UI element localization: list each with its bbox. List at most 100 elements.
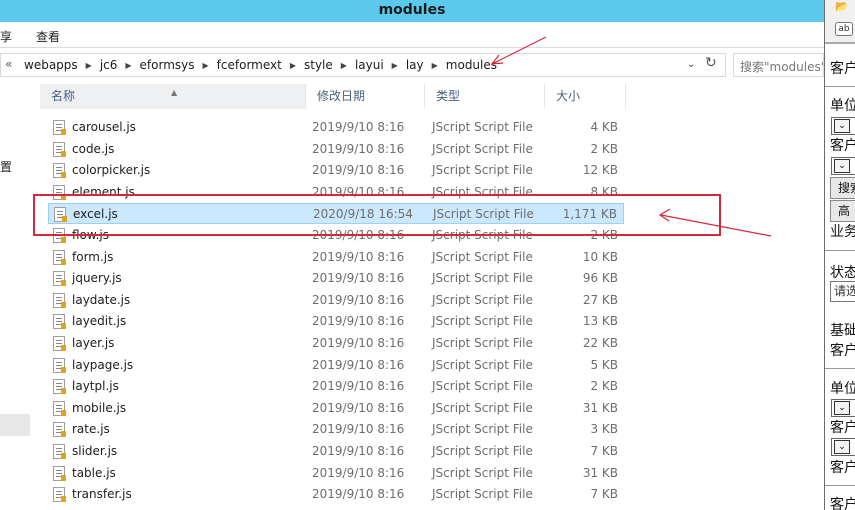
- address-bar[interactable]: « webapps ▶ jc6 ▶ eformsys ▶ fceformext …: [0, 53, 726, 77]
- divider: [825, 86, 855, 87]
- js-file-icon: [53, 444, 66, 459]
- file-row[interactable]: laydate.js 2019/9/10 8:16 JScript Script F…: [48, 290, 624, 311]
- file-row[interactable]: table.js 2019/9/10 8:16 JScript Script Fil…: [48, 463, 624, 484]
- file-size: 7 KB: [590, 444, 618, 458]
- file-size: 27 KB: [582, 293, 618, 307]
- breadcrumb-item[interactable]: lay: [401, 58, 429, 72]
- breadcrumb-separator-icon[interactable]: ▶: [389, 61, 401, 70]
- js-file-icon: [53, 379, 66, 394]
- file-size: 31 KB: [582, 466, 618, 480]
- js-file-icon: [53, 487, 66, 502]
- file-name: slider.js: [72, 444, 118, 458]
- form-label: 客户: [830, 420, 855, 436]
- file-name: laypage.js: [72, 358, 134, 372]
- file-row[interactable]: laypage.js 2019/9/10 8:16 JScript Script F…: [48, 355, 624, 376]
- divider: [825, 250, 855, 251]
- breadcrumb-separator-icon[interactable]: ▶: [83, 61, 95, 70]
- breadcrumb-item[interactable]: layui: [350, 58, 389, 72]
- form-label: 状态: [830, 265, 855, 281]
- file-row[interactable]: laytpl.js 2019/9/10 8:16 JScript Script Fi…: [48, 376, 624, 397]
- advanced-button[interactable]: 高: [830, 200, 855, 222]
- scrollbar[interactable]: [812, 80, 824, 510]
- ribbon-tabs: 享 查看: [0, 22, 824, 48]
- js-file-icon: [53, 401, 66, 416]
- dropdown-select[interactable]: ⌄: [831, 399, 855, 417]
- chevron-down-icon[interactable]: ⌄: [834, 119, 850, 133]
- file-row[interactable]: transfer.js 2019/9/10 8:16 JScript Script …: [48, 484, 624, 505]
- nav-item-selected[interactable]: [0, 414, 30, 436]
- file-name: laydate.js: [72, 293, 131, 307]
- breadcrumb-item[interactable]: style: [299, 58, 338, 72]
- file-row[interactable]: colorpicker.js 2019/9/10 8:16 JScript Scri…: [48, 160, 624, 181]
- breadcrumb-item[interactable]: eformsys: [135, 58, 200, 72]
- file-modified-date: 2019/9/10 8:16: [312, 466, 405, 480]
- search-button[interactable]: 搜索: [830, 177, 855, 199]
- nav-item-partial[interactable]: 置: [0, 158, 12, 175]
- column-header-name[interactable]: ▲ 名称: [40, 84, 306, 109]
- file-modified-date: 2019/9/10 8:16: [312, 293, 405, 307]
- address-overflow-icon[interactable]: «: [5, 57, 12, 71]
- file-size: 10 KB: [582, 250, 618, 264]
- chevron-down-icon[interactable]: ⌄: [687, 59, 695, 70]
- breadcrumb-item-current[interactable]: modules: [441, 58, 502, 72]
- status-select[interactable]: 请选: [830, 281, 855, 302]
- column-header-size[interactable]: 大小: [545, 84, 626, 109]
- breadcrumb-separator-icon[interactable]: ▶: [200, 61, 212, 70]
- dropdown-select[interactable]: ⌄: [831, 157, 855, 175]
- breadcrumb-separator-icon[interactable]: ▶: [429, 61, 441, 70]
- search-input[interactable]: 搜索"modules": [733, 53, 824, 77]
- tab-view[interactable]: 查看: [36, 28, 60, 45]
- file-row[interactable]: carousel.js 2019/9/10 8:16 JScript Script …: [48, 117, 624, 138]
- column-header-type[interactable]: 类型: [425, 84, 545, 109]
- file-row[interactable]: jquery.js 2019/9/10 8:16 JScript Script Fi…: [48, 268, 624, 289]
- chevron-down-icon[interactable]: ⌄: [834, 401, 850, 415]
- breadcrumb-item[interactable]: jc6: [95, 58, 123, 72]
- column-header-date[interactable]: 修改日期: [306, 84, 425, 109]
- breadcrumb-item[interactable]: fceformext: [212, 58, 287, 72]
- file-row[interactable]: form.js 2019/9/10 8:16 JScript Script File…: [48, 247, 624, 268]
- chevron-down-icon[interactable]: ⌄: [834, 440, 850, 454]
- file-modified-date: 2019/9/10 8:16: [312, 271, 405, 285]
- file-name: layer.js: [72, 336, 115, 350]
- side-form-panel: 📂 ab 客户 单位 ⌄ 客户 ⌄ 搜索 高 业务 状态 请选 基础 客户 单位…: [824, 0, 855, 510]
- file-type: JScript Script File: [432, 314, 533, 328]
- file-size: 13 KB: [582, 314, 618, 328]
- file-row[interactable]: rate.js 2019/9/10 8:16 JScript Script File…: [48, 419, 624, 440]
- file-row[interactable]: slider.js 2019/9/10 8:16 JScript Script Fi…: [48, 441, 624, 462]
- file-name: jquery.js: [72, 271, 122, 285]
- open-folder-icon[interactable]: 📂: [835, 0, 849, 13]
- dropdown-select[interactable]: ⌄: [831, 117, 855, 135]
- file-explorer-window: modules 享 查看 « webapps ▶ jc6 ▶ eformsys …: [0, 0, 824, 510]
- column-headers: ▲ 名称 修改日期 类型 大小: [40, 84, 626, 109]
- breadcrumb-item[interactable]: webapps: [19, 58, 83, 72]
- chevron-down-icon[interactable]: ⌄: [834, 159, 850, 173]
- refresh-icon[interactable]: ↻: [705, 55, 717, 71]
- textbox-tool-button[interactable]: ab: [835, 22, 853, 36]
- file-row[interactable]: mobile.js 2019/9/10 8:16 JScript Script Fi…: [48, 398, 624, 419]
- panel-toolbar: 📂 ab: [825, 0, 855, 42]
- file-row[interactable]: code.js 2019/9/10 8:16 JScript Script File…: [48, 139, 624, 160]
- breadcrumb: webapps ▶ jc6 ▶ eformsys ▶ fceformext ▶ …: [19, 54, 502, 76]
- file-type: JScript Script File: [432, 250, 533, 264]
- breadcrumb-separator-icon[interactable]: ▶: [122, 61, 134, 70]
- breadcrumb-separator-icon[interactable]: ▶: [338, 61, 350, 70]
- js-file-icon: [53, 336, 66, 351]
- file-name: rate.js: [72, 422, 110, 436]
- file-modified-date: 2019/9/10 8:16: [312, 250, 405, 264]
- file-row[interactable]: layer.js 2019/9/10 8:16 JScript Script Fil…: [48, 333, 624, 354]
- file-modified-date: 2019/9/10 8:16: [312, 336, 405, 350]
- tab-share[interactable]: 享: [0, 28, 12, 45]
- title-bar[interactable]: modules: [0, 0, 824, 22]
- file-modified-date: 2019/9/10 8:16: [312, 163, 405, 177]
- file-row[interactable]: layedit.js 2019/9/10 8:16 JScript Script F…: [48, 311, 624, 332]
- breadcrumb-separator-icon[interactable]: ▶: [287, 61, 299, 70]
- form-label: 客户: [830, 138, 855, 154]
- form-label: 客户: [830, 497, 855, 510]
- file-name: form.js: [72, 250, 114, 264]
- js-file-icon: [53, 358, 66, 373]
- sort-ascending-icon: ▲: [171, 88, 178, 97]
- dropdown-select[interactable]: ⌄: [831, 438, 855, 456]
- search-placeholder: 搜索"modules": [740, 60, 824, 74]
- file-type: JScript Script File: [432, 358, 533, 372]
- file-type: JScript Script File: [432, 379, 533, 393]
